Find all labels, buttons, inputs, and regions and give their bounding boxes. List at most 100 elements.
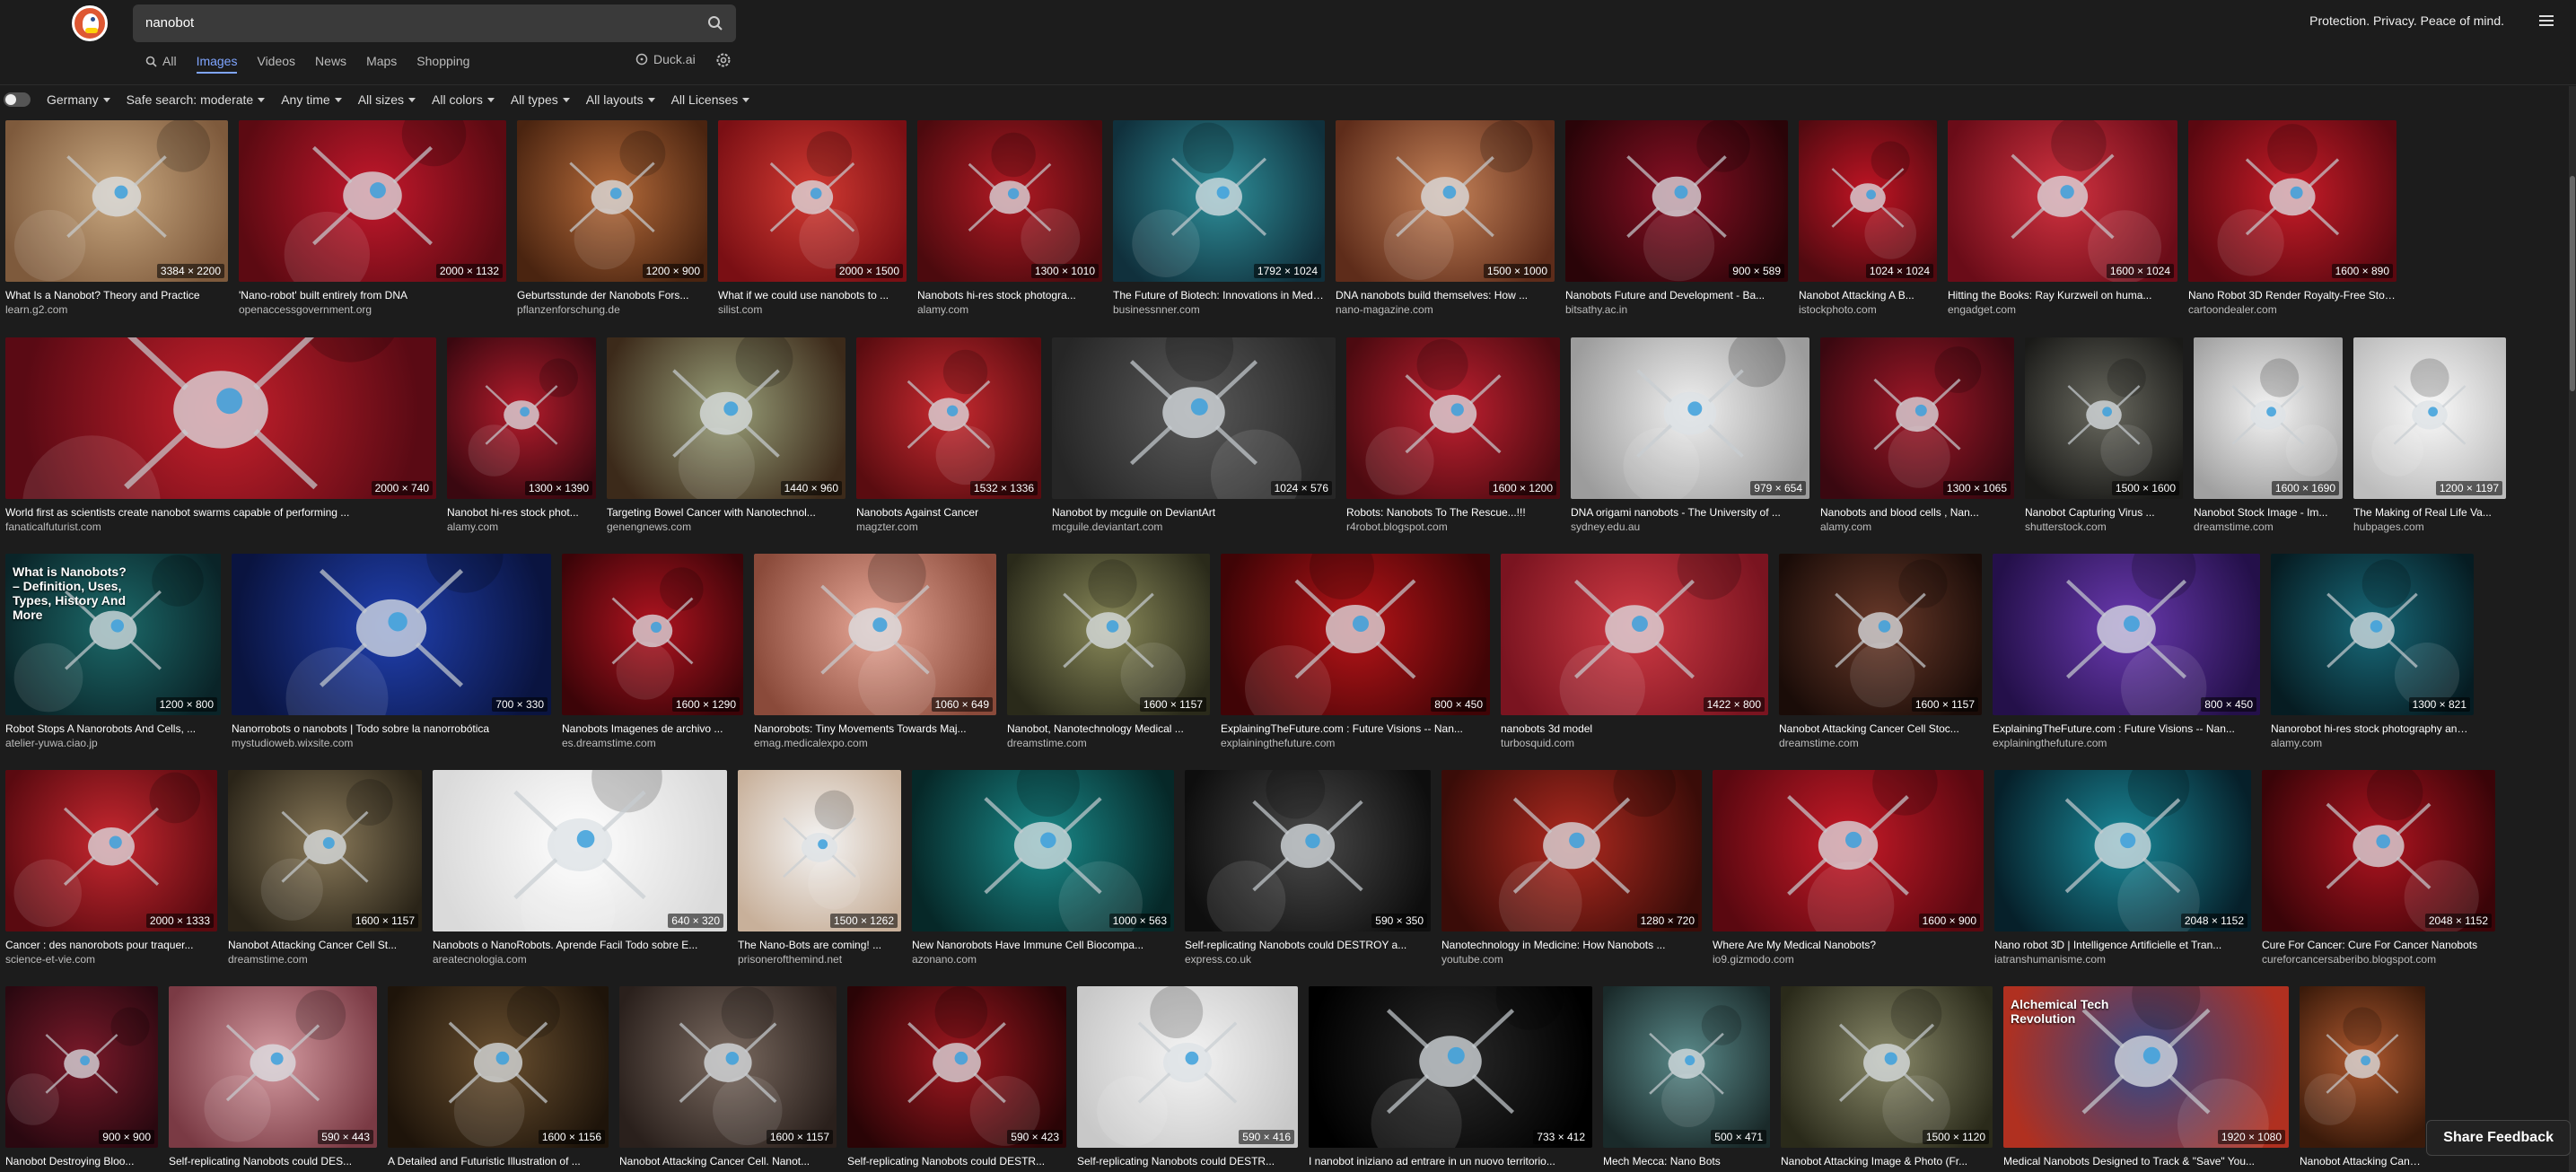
image-result[interactable]: 2000 × 740 World first as scientists crea… — [5, 337, 436, 533]
image-title[interactable]: Nanobot Attacking Image & Photo (Fr... — [1781, 1155, 1993, 1168]
search-input[interactable]: nanobot — [145, 4, 684, 42]
image-thumbnail[interactable]: 1440 × 960 — [607, 337, 846, 499]
image-thumbnail[interactable]: 590 × 423 — [847, 986, 1066, 1148]
image-title[interactable]: New Nanorobots Have Immune Cell Biocompa… — [912, 939, 1174, 951]
image-thumbnail[interactable]: 2000 × 1333 — [5, 770, 217, 931]
image-result[interactable]: 1600 × 1290 Nanobots Imagenes de archivo … — [562, 554, 743, 749]
image-result[interactable]: 590 × 416 Self-replicating Nanobots could… — [1077, 986, 1298, 1168]
image-result[interactable]: 1024 × 576 Nanobot by mcguile on DeviantA… — [1052, 337, 1336, 533]
image-thumbnail[interactable]: 2000 × 1132 — [239, 120, 506, 282]
privacy-tagline[interactable]: Protection. Privacy. Peace of mind. — [2309, 13, 2504, 28]
safe-search-filter[interactable]: Safe search: moderate — [127, 92, 266, 107]
image-thumbnail[interactable]: 700 × 330 — [232, 554, 551, 715]
duckduckgo-logo[interactable] — [72, 5, 108, 41]
image-result[interactable]: 2048 × 1152 Cure For Cancer: Cure For Can… — [2262, 770, 2495, 966]
image-thumbnail[interactable]: 2048 × 1152 — [2262, 770, 2495, 931]
image-title[interactable]: The Nano-Bots are coming! ... — [738, 939, 901, 951]
duckai-link[interactable]: Duck.ai — [635, 52, 696, 66]
image-result[interactable]: 2000 × 1333 Cancer : des nanorobots pour … — [5, 770, 217, 966]
image-result[interactable]: 1200 × 900 Geburtsstunde der Nanobots For… — [517, 120, 707, 316]
image-thumbnail[interactable]: 1500 × 1120 — [1781, 986, 1993, 1148]
image-source-domain[interactable]: explainingthefuture.com — [1221, 737, 1490, 749]
image-title[interactable]: Nanobot, Nanotechnology Medical ... — [1007, 722, 1210, 735]
image-thumbnail[interactable]: 2000 × 740 — [5, 337, 436, 499]
image-result[interactable]: 1300 × 1065 Nanobots and blood cells , Na… — [1820, 337, 2014, 533]
image-title[interactable]: Self-replicating Nanobots could DESTROY … — [1185, 939, 1431, 951]
image-thumbnail[interactable]: 1300 × 1065 — [1820, 337, 2014, 499]
image-source-domain[interactable]: magzter.com — [856, 520, 1041, 533]
image-result[interactable]: 1600 × 1157 Nanobot Attacking Cancer Cell… — [1779, 554, 1982, 749]
tab-all[interactable]: All — [145, 50, 177, 72]
image-source-domain[interactable]: hubpages.com — [2353, 520, 2506, 533]
image-result[interactable]: Alchemical Tech Revolution 1920 × 1080 Med… — [2003, 986, 2289, 1168]
image-title[interactable]: Nanobots and blood cells , Nan... — [1820, 506, 2014, 519]
image-source-domain[interactable]: silist.com — [718, 303, 907, 316]
image-result[interactable]: 1422 × 800 nanobots 3d model turbosquid.co… — [1501, 554, 1768, 749]
image-thumbnail[interactable]: 590 × 416 — [1077, 986, 1298, 1148]
image-result[interactable]: 900 × 589 Nanobots Future and Development… — [1565, 120, 1788, 316]
image-title[interactable]: DNA origami nanobots - The University of… — [1571, 506, 1809, 519]
image-title[interactable]: Medical Nanobots Designed to Track & "Sa… — [2003, 1155, 2289, 1168]
scrollbar[interactable] — [2569, 86, 2576, 1172]
color-filter[interactable]: All colors — [432, 92, 495, 107]
image-thumbnail[interactable]: 1600 × 890 — [2188, 120, 2396, 282]
image-title[interactable]: Nanobots o NanoRobots. Aprende Facil Tod… — [433, 939, 727, 951]
image-source-domain[interactable]: businessnner.com — [1113, 303, 1325, 316]
image-source-domain[interactable]: prisonerofthemind.net — [738, 953, 901, 966]
image-source-domain[interactable]: science-et-vie.com — [5, 953, 217, 966]
image-result[interactable]: 1200 × 1197 The Making of Real Life Va...… — [2353, 337, 2506, 533]
scroll-thumb[interactable] — [2570, 176, 2575, 391]
image-source-domain[interactable]: azonano.com — [912, 953, 1174, 966]
image-thumbnail[interactable]: 733 × 412 — [1309, 986, 1592, 1148]
size-filter[interactable]: All sizes — [358, 92, 416, 107]
image-result[interactable]: 590 × 350 Self-replicating Nanobots could… — [1185, 770, 1431, 966]
image-title[interactable]: Nanorobots: Tiny Movements Towards Maj..… — [754, 722, 996, 735]
image-title[interactable]: 'Nano-robot' built entirely from DNA — [239, 289, 506, 302]
image-title[interactable]: Robots: Nanobots To The Rescue...!!! — [1346, 506, 1560, 519]
image-result[interactable]: 733 × 412 I nanobot iniziano ad entrare i… — [1309, 986, 1592, 1168]
image-source-domain[interactable]: es.dreamstime.com — [562, 737, 743, 749]
image-title[interactable]: Nanobot Attacking Cancer Cell Stoc... — [1779, 722, 1982, 735]
image-result[interactable]: 1300 × 1390 Nanobot hi-res stock phot... a… — [447, 337, 596, 533]
image-source-domain[interactable]: mystudioweb.wixsite.com — [232, 737, 551, 749]
tab-videos[interactable]: Videos — [257, 50, 295, 72]
image-thumbnail[interactable]: 1500 × 1600 — [2025, 337, 2183, 499]
image-title[interactable]: Self-replicating Nanobots could DESTR... — [1077, 1155, 1298, 1168]
image-source-domain[interactable]: openaccessgovernment.org — [239, 303, 506, 316]
image-title[interactable]: Mech Mecca: Nano Bots — [1603, 1155, 1770, 1168]
image-source-domain[interactable]: istockphoto.com — [1799, 303, 1937, 316]
image-thumbnail[interactable]: 1024 × 576 — [1052, 337, 1336, 499]
image-result[interactable]: 1600 × 1157 Nanobot Attacking Cancer Cell… — [228, 770, 422, 966]
layout-filter[interactable]: All layouts — [586, 92, 655, 107]
image-result[interactable]: 979 × 654 DNA origami nanobots - The Univ… — [1571, 337, 1809, 533]
image-result[interactable]: 1600 × 890 Nano Robot 3D Render Royalty-F… — [2188, 120, 2396, 316]
image-title[interactable]: Where Are My Medical Nanobots? — [1713, 939, 1984, 951]
image-thumbnail[interactable]: 1792 × 1024 — [1113, 120, 1325, 282]
image-thumbnail[interactable]: 590 × 350 — [1185, 770, 1431, 931]
image-result[interactable]: 1500 × 1262 The Nano-Bots are coming! ...… — [738, 770, 901, 966]
image-source-domain[interactable]: cartoondealer.com — [2188, 303, 2396, 316]
image-result[interactable]: 1600 × 900 Where Are My Medical Nanobots?… — [1713, 770, 1984, 966]
image-thumbnail[interactable]: 1600 × 1290 — [562, 554, 743, 715]
image-result[interactable]: 1600 × 1200 Robots: Nanobots To The Rescu… — [1346, 337, 1560, 533]
image-thumbnail[interactable]: 2000 × 1500 — [718, 120, 907, 282]
image-result[interactable]: 1000 × 563 New Nanorobots Have Immune Cel… — [912, 770, 1174, 966]
image-thumbnail[interactable]: 1060 × 649 — [754, 554, 996, 715]
image-result[interactable]: 1792 × 1024 The Future of Biotech: Innova… — [1113, 120, 1325, 316]
image-source-domain[interactable]: sydney.edu.au — [1571, 520, 1809, 533]
image-source-domain[interactable]: alamy.com — [447, 520, 596, 533]
image-source-domain[interactable]: alamy.com — [917, 303, 1102, 316]
image-thumbnail[interactable]: 1600 × 1024 — [1948, 120, 2177, 282]
image-source-domain[interactable]: shutterstock.com — [2025, 520, 2183, 533]
image-title[interactable]: Targeting Bowel Cancer with Nanotechnol.… — [607, 506, 846, 519]
image-thumbnail[interactable]: 1200 × 900 — [517, 120, 707, 282]
image-thumbnail[interactable]: 1422 × 800 — [1501, 554, 1768, 715]
image-title[interactable]: Nanobots Future and Development - Ba... — [1565, 289, 1788, 302]
image-title[interactable]: World first as scientists create nanobot… — [5, 506, 436, 519]
image-source-domain[interactable]: express.co.uk — [1185, 953, 1431, 966]
image-result[interactable]: 1600 × 1024 Hitting the Books: Ray Kurzwe… — [1948, 120, 2177, 316]
hamburger-menu-icon[interactable] — [2538, 13, 2554, 29]
image-result[interactable]: 640 × 320 Nanobots o NanoRobots. Aprende … — [433, 770, 727, 966]
image-source-domain[interactable]: dreamstime.com — [228, 953, 422, 966]
image-title[interactable]: nanobots 3d model — [1501, 722, 1768, 735]
